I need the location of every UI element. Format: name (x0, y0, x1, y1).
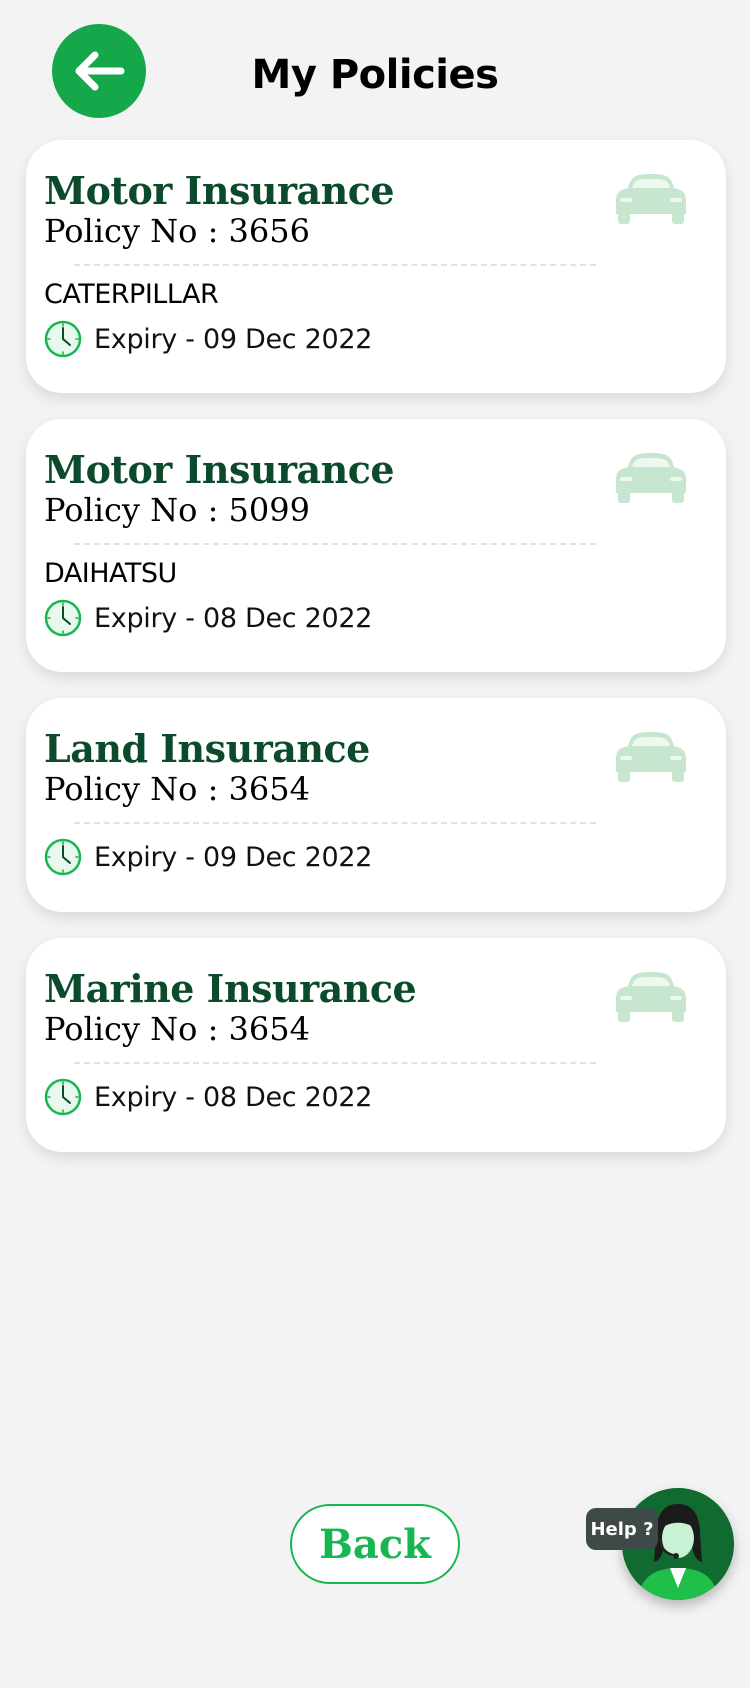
divider (74, 822, 596, 824)
policy-list: Motor Insurance Policy No : 3656 CATERPI… (26, 140, 726, 1178)
page-title: My Policies (251, 52, 499, 98)
expiry-date: Expiry - 08 Dec 2022 (94, 602, 373, 634)
header: My Policies (0, 0, 750, 140)
policy-card[interactable]: Marine Insurance Policy No : 3654 Expiry… (26, 938, 726, 1152)
expiry-row: Expiry - 08 Dec 2022 (44, 1078, 708, 1116)
car-icon (616, 453, 686, 503)
policy-type: Motor Insurance (44, 447, 395, 492)
policy-card[interactable]: Land Insurance Policy No : 3654 Expiry -… (26, 698, 726, 912)
policy-type: Motor Insurance (44, 168, 395, 213)
policy-number: Policy No : 3654 (44, 1010, 310, 1048)
help-label[interactable]: Help ? (586, 1508, 658, 1550)
car-icon (616, 174, 686, 224)
help-widget[interactable]: Help ? (586, 1488, 736, 1600)
expiry-row: Expiry - 09 Dec 2022 (44, 838, 708, 876)
clock-icon (44, 599, 82, 637)
back-button[interactable]: Back (290, 1504, 460, 1584)
policy-card[interactable]: Motor Insurance Policy No : 3656 CATERPI… (26, 140, 726, 393)
policy-number: Policy No : 5099 (44, 491, 310, 529)
policy-type: Marine Insurance (44, 966, 417, 1011)
divider (74, 543, 596, 545)
divider (74, 264, 596, 266)
expiry-date: Expiry - 08 Dec 2022 (94, 1081, 373, 1113)
car-icon (616, 972, 686, 1022)
divider (74, 1062, 596, 1064)
policy-card[interactable]: Motor Insurance Policy No : 5099 DAIHATS… (26, 419, 726, 672)
clock-icon (44, 838, 82, 876)
expiry-row: Expiry - 08 Dec 2022 (44, 599, 708, 637)
policy-type: Land Insurance (44, 726, 370, 771)
expiry-date: Expiry - 09 Dec 2022 (94, 323, 373, 355)
policy-number: Policy No : 3654 (44, 770, 310, 808)
vehicle-make: CATERPILLAR (44, 279, 219, 310)
policy-number: Policy No : 3656 (44, 212, 310, 250)
expiry-row: Expiry - 09 Dec 2022 (44, 320, 708, 358)
clock-icon (44, 320, 82, 358)
clock-icon (44, 1078, 82, 1116)
expiry-date: Expiry - 09 Dec 2022 (94, 841, 373, 873)
vehicle-make: DAIHATSU (44, 558, 177, 589)
car-icon (616, 732, 686, 782)
